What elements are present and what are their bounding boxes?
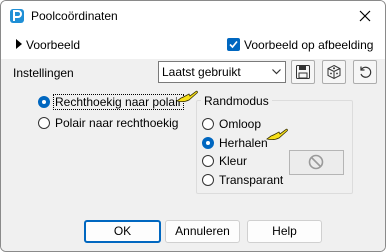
preset-value: Laatst gebruikt [162,65,241,79]
dice-icon [327,64,341,80]
radio-button[interactable] [38,96,50,108]
floppy-disk-icon [296,65,310,79]
help-button[interactable]: Help [247,220,322,243]
no-symbol-icon [308,154,324,170]
close-icon [359,10,371,22]
radio-button[interactable] [202,174,214,186]
window-title: Poolcoördinaten [31,9,118,23]
radio-label-rect-to-polar: Rechthoekig naar polair [53,94,184,110]
close-button[interactable] [345,1,385,31]
expand-triangle-icon[interactable] [16,39,22,49]
randomize-button[interactable] [322,60,346,84]
paintshop-app-icon [9,8,25,24]
radio-label-polar-to-rect: Polair naar rechthoekig [55,116,179,130]
preview-row: Voorbeeld Voorbeeld op afbeelding [1,34,385,56]
radio-button[interactable] [38,117,50,129]
radio-button[interactable] [202,118,214,130]
edge-mode-title: Randmodus [201,94,272,108]
reset-icon [360,66,372,78]
radio-label-wrap: Omloop [219,117,262,131]
radio-button[interactable] [202,155,214,167]
checkmark-icon [229,40,238,49]
edge-color-swatch[interactable] [289,150,344,175]
preview-on-image-label[interactable]: Voorbeeld op afbeelding [244,38,373,52]
polar-coordinates-dialog: Poolcoördinaten Voorbeeld Voorbeeld op a… [0,0,386,252]
title-bar[interactable]: Poolcoördinaten [1,1,385,31]
save-preset-button[interactable] [291,60,315,84]
pointing-hand-icon [265,127,289,146]
chevron-down-icon[interactable] [267,62,285,82]
settings-label: Instellingen [13,66,74,80]
settings-panel: Instellingen Laatst gebruikt Rechthoekig… [1,59,385,251]
preview-expander-label[interactable]: Voorbeeld [26,38,80,52]
preset-dropdown[interactable]: Laatst gebruikt [158,61,286,83]
radio-label-color: Kleur [219,154,248,168]
radio-button[interactable] [202,137,214,149]
reset-button[interactable] [353,60,377,84]
pointing-hand-icon [175,89,199,108]
ok-button[interactable]: OK [84,220,161,243]
preview-on-image-checkbox[interactable] [227,38,240,51]
cancel-button[interactable]: Annuleren [165,220,240,243]
radio-label-repeat: Herhalen [219,136,268,150]
radio-label-transparent: Transparant [219,173,284,187]
